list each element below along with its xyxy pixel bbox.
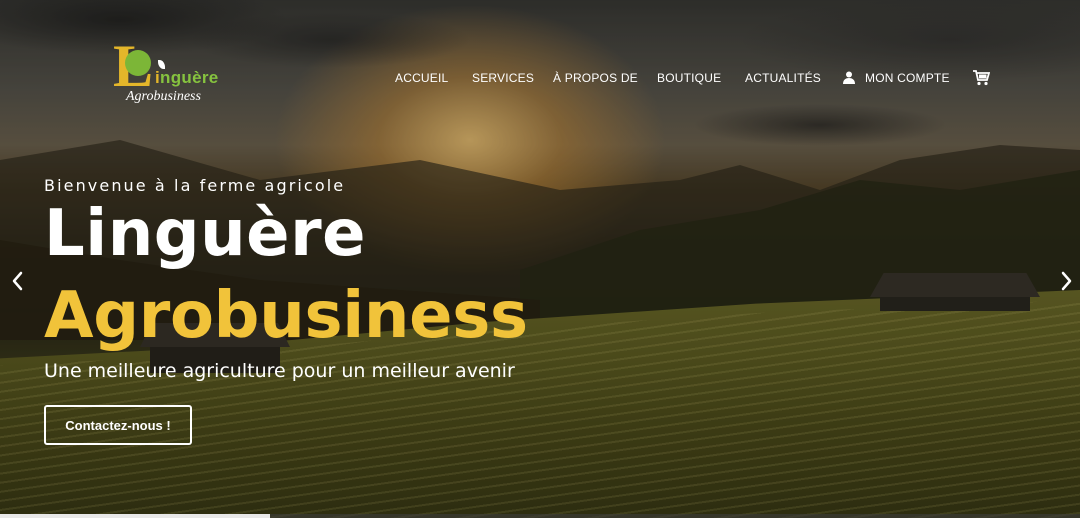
slider-progress-track bbox=[0, 514, 1080, 518]
nav-item-services[interactable]: SERVICES bbox=[472, 71, 534, 85]
hero-title-line1: Linguère bbox=[44, 197, 367, 271]
tree-icon bbox=[125, 50, 151, 76]
nav-item-actualites[interactable]: ACTUALITÉS bbox=[745, 71, 821, 85]
hero-tagline: Une meilleure agriculture pour un meille… bbox=[44, 360, 515, 382]
nav-item-mon-compte[interactable]: MON COMPTE bbox=[843, 71, 950, 85]
logo-name: inguère bbox=[155, 68, 219, 88]
nav-item-boutique[interactable]: BOUTIQUE bbox=[657, 71, 721, 85]
cart-icon[interactable] bbox=[973, 70, 990, 86]
logo-name-rest: nguère bbox=[160, 68, 219, 87]
hero-slider: L inguère Agrobusiness ACCUEIL SERVICES … bbox=[0, 0, 1080, 518]
site-logo[interactable]: L inguère Agrobusiness bbox=[113, 36, 223, 108]
slider-progress-fill bbox=[0, 514, 270, 518]
chevron-right-icon[interactable] bbox=[1059, 270, 1073, 292]
mon-compte-label: MON COMPTE bbox=[865, 71, 950, 85]
nav-item-accueil[interactable]: ACCUEIL bbox=[395, 71, 448, 85]
logo-subtitle: Agrobusiness bbox=[126, 89, 201, 104]
user-icon bbox=[843, 71, 855, 84]
chevron-left-icon[interactable] bbox=[11, 270, 25, 292]
nav-item-a-propos[interactable]: À PROPOS DE bbox=[553, 71, 638, 85]
hero-title-line2: Agrobusiness bbox=[44, 279, 528, 353]
contact-button[interactable]: Contactez-nous ! bbox=[44, 405, 192, 445]
